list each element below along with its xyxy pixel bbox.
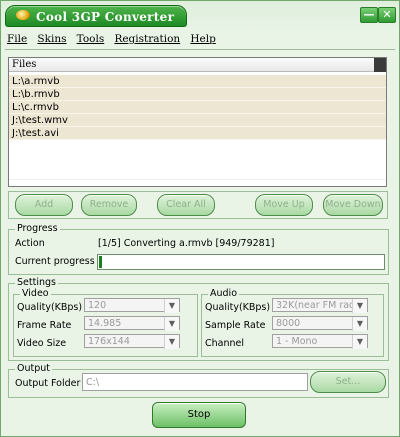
title-tab: Cool 3GP Converter bbox=[5, 5, 187, 27]
chevron-down-icon: ▼ bbox=[352, 335, 367, 349]
progress-legend: Progress bbox=[15, 223, 60, 234]
sample-rate-label: Sample Rate bbox=[205, 320, 266, 331]
audio-quality-value: 32K(near FM radi bbox=[276, 300, 358, 311]
audio-quality-label: Quality(KBps) bbox=[205, 302, 271, 313]
menu-bar: File Skins Tools Registration Help bbox=[7, 33, 223, 47]
scrollbar-corner bbox=[374, 58, 386, 72]
chevron-down-icon: ▼ bbox=[164, 317, 179, 331]
app-logo-icon bbox=[16, 10, 30, 20]
sample-rate-select[interactable]: 8000 ▼ bbox=[272, 316, 368, 331]
close-icon: ✕ bbox=[382, 8, 392, 21]
menu-registration[interactable]: Registration bbox=[114, 33, 180, 45]
frame-rate-select[interactable]: 14.985 ▼ bbox=[84, 316, 180, 331]
video-size-value: 176x144 bbox=[88, 336, 130, 347]
list-item[interactable]: J:\test.avi bbox=[9, 127, 386, 140]
move-down-button[interactable]: Move Down bbox=[323, 194, 383, 216]
frame-rate-value: 14.985 bbox=[88, 318, 122, 329]
set-folder-button[interactable]: Set... bbox=[310, 371, 386, 393]
window-title: Cool 3GP Converter bbox=[36, 10, 175, 24]
files-column-header[interactable]: Files bbox=[9, 58, 374, 72]
current-progress-fill bbox=[99, 256, 102, 268]
output-legend: Output bbox=[15, 363, 52, 374]
title-bar[interactable]: Cool 3GP Converter — ✕ bbox=[1, 1, 399, 31]
output-folder-input[interactable]: C:\ bbox=[82, 373, 308, 391]
frame-rate-label: Frame Rate bbox=[17, 320, 72, 331]
current-progress-bar bbox=[97, 254, 385, 270]
menu-tools[interactable]: Tools bbox=[77, 33, 105, 45]
clear-all-button[interactable]: Clear All bbox=[157, 194, 215, 216]
settings-legend: Settings bbox=[15, 277, 58, 288]
chevron-down-icon: ▼ bbox=[164, 335, 179, 349]
empty-row bbox=[9, 166, 386, 180]
menu-help[interactable]: Help bbox=[190, 33, 215, 45]
list-item[interactable]: L:\c.rmvb bbox=[9, 101, 386, 114]
chevron-down-icon: ▼ bbox=[352, 317, 367, 331]
chevron-down-icon: ▼ bbox=[352, 299, 367, 313]
empty-row bbox=[9, 153, 386, 167]
current-progress-label: Current progress bbox=[15, 256, 95, 267]
empty-row bbox=[9, 140, 386, 154]
list-item[interactable]: L:\b.rmvb bbox=[9, 88, 386, 101]
minimize-button[interactable]: — bbox=[360, 7, 378, 23]
list-item[interactable]: J:\test.wmv bbox=[9, 114, 386, 127]
sample-rate-value: 8000 bbox=[276, 318, 301, 329]
add-button[interactable]: Add bbox=[15, 194, 73, 216]
move-up-button[interactable]: Move Up bbox=[255, 194, 313, 216]
minimize-icon: — bbox=[363, 8, 375, 21]
video-quality-select[interactable]: 120 ▼ bbox=[84, 298, 180, 313]
menu-divider bbox=[5, 49, 395, 50]
audio-quality-select[interactable]: 32K(near FM radi ▼ bbox=[272, 298, 368, 313]
chevron-down-icon: ▼ bbox=[164, 299, 179, 313]
video-quality-label: Quality(KBps) bbox=[17, 302, 83, 313]
menu-file[interactable]: File bbox=[7, 33, 27, 45]
channel-select[interactable]: 1 - Mono ▼ bbox=[272, 334, 368, 349]
video-size-select[interactable]: 176x144 ▼ bbox=[84, 334, 180, 349]
files-list[interactable]: Files L:\a.rmvb L:\b.rmvb L:\c.rmvb J:\t… bbox=[8, 57, 387, 187]
stop-button[interactable]: Stop bbox=[152, 402, 246, 428]
channel-label: Channel bbox=[205, 338, 245, 349]
output-folder-label: Output Folder bbox=[15, 378, 81, 389]
video-quality-value: 120 bbox=[88, 300, 107, 311]
remove-button[interactable]: Remove bbox=[81, 194, 137, 216]
menu-skins[interactable]: Skins bbox=[37, 33, 66, 45]
action-label: Action bbox=[15, 238, 45, 249]
channel-value: 1 - Mono bbox=[276, 336, 318, 347]
video-size-label: Video Size bbox=[17, 338, 67, 349]
action-status: [1/5] Converting a.rmvb [949/79281] bbox=[98, 238, 275, 249]
video-legend: Video bbox=[20, 288, 51, 299]
app-window: Cool 3GP Converter — ✕ File Skins Tools … bbox=[0, 0, 400, 437]
file-buttons-panel: Add Remove Clear All Move Up Move Down bbox=[8, 191, 388, 219]
list-item[interactable]: L:\a.rmvb bbox=[9, 75, 386, 88]
close-button[interactable]: ✕ bbox=[378, 7, 396, 23]
audio-legend: Audio bbox=[208, 288, 240, 299]
